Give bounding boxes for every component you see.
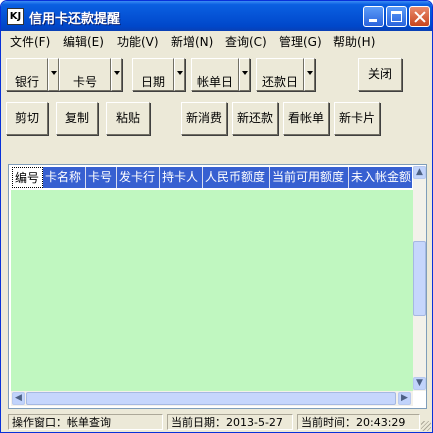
- column-header-rmb-limit[interactable]: 人民币额度: [203, 167, 270, 188]
- vertical-scrollbar[interactable]: ▲ ▼: [413, 166, 426, 391]
- app-icon: KJ: [7, 8, 24, 25]
- column-header-available[interactable]: 当前可用额度: [270, 167, 349, 188]
- menu-manage[interactable]: 管理(G): [279, 33, 322, 50]
- column-header-card-no[interactable]: 卡号: [86, 167, 117, 188]
- column-header-issuer[interactable]: 发卡行: [117, 167, 160, 188]
- column-header-id[interactable]: 编号: [12, 167, 43, 188]
- minimize-icon: [369, 19, 377, 22]
- close-window-button[interactable]: 关闭: [358, 58, 402, 91]
- date-dropdown-arrow[interactable]: [174, 58, 185, 91]
- horizontal-scroll-thumb[interactable]: [26, 392, 396, 405]
- column-header-card-name[interactable]: 卡名称: [43, 167, 86, 188]
- card-no-dropdown-button[interactable]: 卡号: [59, 58, 111, 91]
- grid-body[interactable]: [11, 190, 413, 391]
- card-grid: 编号 卡名称 卡号 发卡行 持卡人 人民币额度 当前可用额度 未入帐金额 ▲ ▼…: [8, 164, 427, 409]
- view-bill-button[interactable]: 看帐单: [283, 102, 329, 135]
- bill-day-dropdown-arrow[interactable]: [239, 58, 250, 91]
- bank-dropdown-button[interactable]: 银行: [6, 58, 48, 91]
- maximize-button[interactable]: [386, 6, 407, 27]
- paste-button[interactable]: 粘贴: [106, 102, 150, 135]
- scroll-right-icon[interactable]: ▶: [398, 392, 411, 405]
- title-bar[interactable]: KJ 信用卡还款提醒: [1, 1, 432, 31]
- minimize-button[interactable]: [363, 6, 384, 27]
- app-window: KJ 信用卡还款提醒 文件(F) 编辑(E) 功能(V) 新增(N) 查询(C)…: [0, 0, 433, 433]
- scroll-left-icon[interactable]: ◀: [12, 392, 25, 405]
- menu-new[interactable]: 新增(N): [171, 33, 213, 50]
- chevron-down-icon: [307, 71, 313, 75]
- menu-bar: 文件(F) 编辑(E) 功能(V) 新增(N) 查询(C) 管理(G) 帮助(H…: [1, 31, 432, 50]
- horizontal-scrollbar[interactable]: ◀ ▶: [11, 391, 413, 406]
- copy-button[interactable]: 复制: [56, 102, 98, 135]
- status-bar: 操作窗口：帐单查询 当前日期：2013-5-27 当前时间：20:43:29: [1, 412, 432, 432]
- repay-day-dropdown-button[interactable]: 还款日: [256, 58, 304, 91]
- status-date: 当前日期：2013-5-27: [167, 414, 293, 430]
- status-window: 操作窗口：帐单查询: [8, 414, 163, 430]
- chevron-down-icon: [177, 71, 183, 75]
- maximize-icon: [391, 11, 402, 22]
- bill-day-dropdown-button[interactable]: 帐单日: [191, 58, 239, 91]
- chevron-down-icon: [114, 71, 120, 75]
- new-spend-button[interactable]: 新消费: [181, 102, 227, 135]
- new-repay-button[interactable]: 新还款: [232, 102, 278, 135]
- new-card-button[interactable]: 新卡片: [334, 102, 380, 135]
- menu-query[interactable]: 查询(C): [225, 33, 267, 50]
- menu-file[interactable]: 文件(F): [10, 33, 50, 50]
- date-dropdown-button[interactable]: 日期: [132, 58, 174, 91]
- column-header-holder[interactable]: 持卡人: [160, 167, 203, 188]
- card-no-dropdown-arrow[interactable]: [111, 58, 122, 91]
- chevron-down-icon: [51, 71, 57, 75]
- resize-grip-icon[interactable]: [421, 421, 431, 431]
- menu-edit[interactable]: 编辑(E): [63, 33, 104, 50]
- repay-day-dropdown-arrow[interactable]: [304, 58, 315, 91]
- bank-dropdown-arrow[interactable]: [48, 58, 59, 91]
- menu-function[interactable]: 功能(V): [117, 33, 159, 50]
- column-header-unposted[interactable]: 未入帐金额: [349, 167, 412, 188]
- close-button[interactable]: [409, 6, 430, 27]
- menu-help[interactable]: 帮助(H): [333, 33, 375, 50]
- scroll-up-icon[interactable]: ▲: [413, 166, 426, 179]
- scroll-down-icon[interactable]: ▼: [413, 377, 426, 390]
- cut-button[interactable]: 剪切: [6, 102, 48, 135]
- vertical-scroll-thumb[interactable]: [413, 241, 426, 316]
- window-title: 信用卡还款提醒: [29, 12, 121, 27]
- chevron-down-icon: [242, 71, 248, 75]
- grid-header: 编号 卡名称 卡号 发卡行 持卡人 人民币额度 当前可用额度 未入帐金额: [11, 166, 413, 189]
- status-time: 当前时间：20:43:29: [297, 414, 420, 430]
